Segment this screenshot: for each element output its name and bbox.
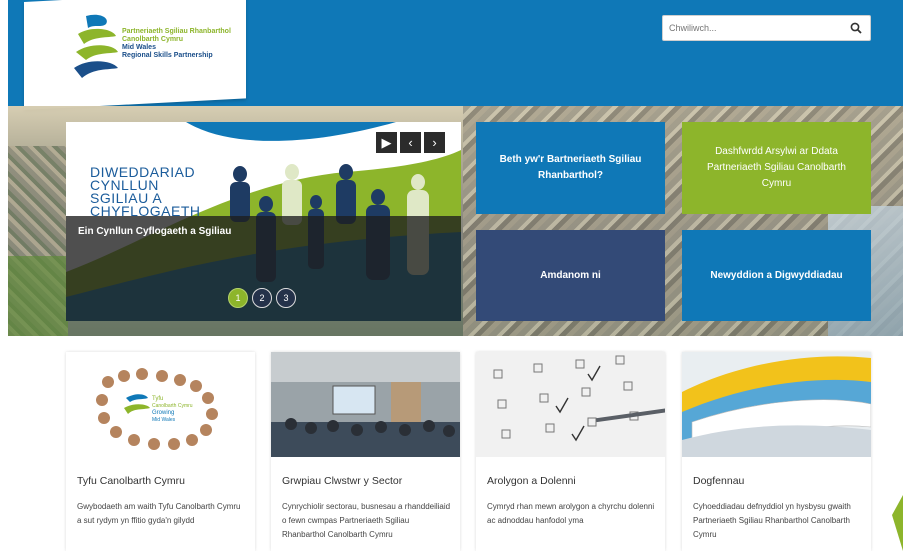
growing-text-1: Tyfu (152, 396, 163, 402)
logo-line-en-1: Mid Wales (122, 44, 156, 51)
play-icon[interactable]: ▶ (376, 132, 397, 153)
search-icon[interactable] (850, 22, 862, 34)
growing-text-3: Growing (152, 410, 174, 416)
growing-text-2: Canolbarth Cymru (152, 403, 193, 409)
logo-line-en-2: Regional Skills Partnership (122, 52, 213, 59)
tile-data-dashboard[interactable]: Dashfwrdd Arsylwi ar Ddata Partneriaeth … (682, 122, 871, 214)
search-box (662, 15, 871, 41)
banner-field (8, 256, 68, 336)
tile-news-events[interactable]: Newyddion a Digwyddiadau (682, 230, 871, 321)
card-title[interactable]: Arolygon a Dolenni (487, 475, 576, 487)
slide-heading: DIWEDDARIAD CYNLLUN SGILIAU A CHYFLOGAET… (90, 165, 250, 218)
card-documents[interactable]: Dogfennau Cyhoeddiadau defnyddiol yn hys… (682, 352, 871, 551)
documents-image (682, 352, 871, 457)
card-title[interactable]: Tyfu Canolbarth Cymru (77, 475, 185, 487)
growing-text-4: Mid Wales (152, 417, 176, 423)
pager-dot-1[interactable]: 1 (228, 288, 248, 308)
card-title[interactable]: Grwpiau Clwstwr y Sector (282, 475, 402, 487)
chevron-right-icon[interactable]: › (424, 132, 445, 153)
tile-about-partnership[interactable]: Beth yw'r Bartneriaeth Sgiliau Rhanbarth… (476, 122, 665, 214)
corner-decoration (892, 495, 903, 551)
card-description: Cynrychiolir sectorau, busnesau a rhandd… (282, 502, 451, 539)
card-description: Cymryd rhan mewn arolygon a chyrchu dole… (487, 502, 655, 525)
card-title[interactable]: Dogfennau (693, 475, 744, 487)
logo-icon (74, 14, 118, 78)
search-input[interactable] (663, 16, 843, 40)
card-surveys-links[interactable]: Arolygon a Dolenni Cymryd rhan mewn arol… (476, 352, 665, 551)
slider-controls: ▶ ‹ › (376, 132, 445, 153)
meeting-photo (271, 352, 460, 457)
logo-line-cy-1: Partneriaeth Sgiliau Rhanbarthol (122, 28, 231, 35)
growing-mid-wales-image: Tyfu Canolbarth Cymru Growing Mid Wales (66, 352, 255, 457)
slide-caption[interactable]: Ein Cynllun Cyflogaeth a Sgiliau (78, 226, 231, 237)
pager-dot-3[interactable]: 3 (276, 288, 296, 308)
survey-checkbox-image (476, 352, 665, 457)
hero-slider[interactable]: DIWEDDARIAD CYNLLUN SGILIAU A CHYFLOGAET… (66, 122, 461, 321)
header-edge (0, 0, 8, 106)
logo-text: Partneriaeth Sgiliau Rhanbarthol Canolba… (122, 28, 262, 60)
logo-line-cy-2: Canolbarth Cymru (122, 36, 184, 43)
card-description: Gwybodaeth am waith Tyfu Canolbarth Cymr… (77, 502, 241, 525)
card-sector-cluster-groups[interactable]: Grwpiau Clwstwr y Sector Cynrychiolir se… (271, 352, 460, 551)
pager-dot-2[interactable]: 2 (252, 288, 272, 308)
card-growing-mid-wales[interactable]: Tyfu Canolbarth Cymru Growing Mid Wales … (66, 352, 255, 551)
tile-about-us[interactable]: Amdanom ni (476, 230, 665, 321)
card-description: Cyhoeddiadau defnyddiol yn hysbysu gwait… (693, 502, 851, 539)
chevron-left-icon[interactable]: ‹ (400, 132, 421, 153)
slider-pager: 1 2 3 (228, 288, 296, 308)
